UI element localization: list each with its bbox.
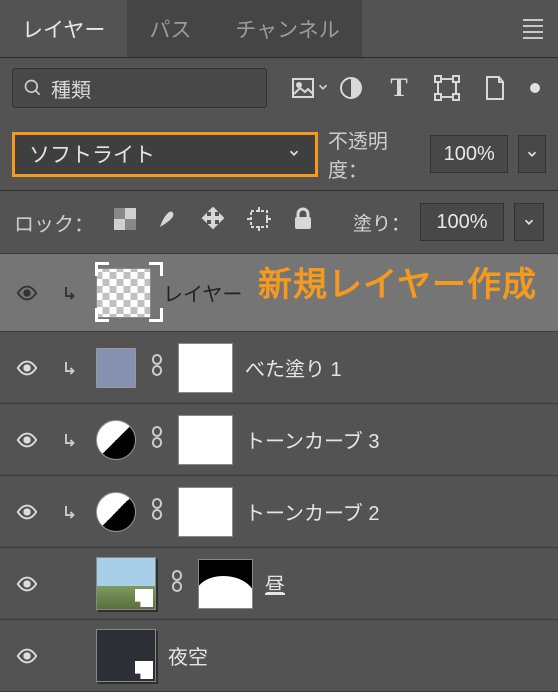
layer-name[interactable]: レイヤー: [163, 278, 242, 307]
tab-layers[interactable]: レイヤー: [0, 0, 127, 57]
lock-row: ロック： 塗り： 100%: [0, 190, 558, 254]
layer-name[interactable]: 昼: [265, 569, 285, 598]
mask-thumbnail[interactable]: [178, 343, 233, 393]
annotation-text: 新規レイヤー作成: [258, 257, 537, 306]
clip-indicator-icon: [54, 431, 84, 449]
panel-tabs: レイヤー パス チャンネル: [0, 0, 558, 58]
layer-row[interactable]: 夜空: [0, 620, 558, 692]
tab-paths[interactable]: パス: [127, 0, 213, 57]
fill-input[interactable]: 100%: [420, 203, 504, 241]
layer-name[interactable]: べた塗り 1: [245, 353, 342, 382]
filter-toggle-icon[interactable]: [530, 83, 540, 93]
layer-row[interactable]: トーンカーブ 2: [0, 476, 558, 548]
search-icon: [23, 78, 43, 98]
lock-artboard-icon[interactable]: [246, 206, 272, 238]
fill-label: 塗り：: [353, 209, 410, 236]
layer-thumbnail[interactable]: [96, 557, 156, 610]
layer-row[interactable]: トーンカーブ 3: [0, 404, 558, 476]
hamburger-icon: [523, 19, 543, 39]
mask-thumbnail[interactable]: [198, 559, 253, 609]
opacity-chevron[interactable]: [518, 135, 546, 173]
clip-indicator-icon: [54, 359, 84, 377]
layer-name[interactable]: トーンカーブ 3: [245, 425, 379, 454]
layer-filter-type[interactable]: [12, 68, 267, 108]
visibility-toggle[interactable]: [12, 645, 42, 667]
visibility-toggle[interactable]: [12, 429, 42, 451]
layer-row[interactable]: 昼: [0, 548, 558, 620]
blend-mode-value: ソフトライト: [29, 139, 155, 169]
layer-thumbnail[interactable]: [96, 268, 151, 318]
lock-label: ロック：: [14, 208, 94, 237]
lock-position-icon[interactable]: [200, 206, 226, 238]
layer-thumbnail[interactable]: [96, 420, 136, 460]
link-icon[interactable]: [148, 353, 166, 382]
filter-smartobject-icon[interactable]: [482, 75, 508, 101]
filter-adjustment-icon[interactable]: [338, 75, 364, 101]
link-icon[interactable]: [148, 425, 166, 454]
layer-row[interactable]: レイヤー 新規レイヤー作成: [0, 254, 558, 332]
filter-type-icons: T: [290, 75, 546, 101]
visibility-toggle[interactable]: [12, 282, 42, 304]
filter-input[interactable]: [43, 77, 316, 100]
blend-mode-select[interactable]: ソフトライト: [12, 132, 318, 177]
tab-channels[interactable]: チャンネル: [213, 0, 361, 57]
link-icon[interactable]: [148, 497, 166, 526]
layer-row[interactable]: べた塗り 1: [0, 332, 558, 404]
visibility-toggle[interactable]: [12, 501, 42, 523]
opacity-label: 不透明度：: [328, 125, 420, 183]
filter-type-icon[interactable]: T: [386, 75, 412, 101]
layer-name[interactable]: 夜空: [168, 641, 208, 670]
clip-indicator-icon: [54, 503, 84, 521]
panel-menu-button[interactable]: [508, 0, 558, 57]
filter-row: T: [0, 58, 558, 118]
link-icon[interactable]: [168, 569, 186, 598]
layer-thumbnail[interactable]: [96, 348, 136, 388]
lock-transparency-icon[interactable]: [114, 208, 136, 236]
layer-thumbnail[interactable]: [96, 492, 136, 532]
mask-thumbnail[interactable]: [178, 487, 233, 537]
chevron-down-icon: [287, 146, 301, 163]
layer-name[interactable]: トーンカーブ 2: [245, 497, 379, 526]
lock-all-icon[interactable]: [292, 207, 314, 237]
clip-indicator-icon: [54, 284, 84, 302]
filter-pixel-icon[interactable]: [290, 75, 316, 101]
layers-panel: { "tabs": { "layers": "レイヤー", "paths": "…: [0, 0, 558, 670]
layer-thumbnail[interactable]: [96, 629, 156, 682]
visibility-toggle[interactable]: [12, 357, 42, 379]
layer-list: レイヤー 新規レイヤー作成 べた塗り 1 トーンカーブ 3 トーンカーブ 2 昼: [0, 254, 558, 692]
filter-shape-icon[interactable]: [434, 75, 460, 101]
visibility-toggle[interactable]: [12, 573, 42, 595]
mask-thumbnail[interactable]: [178, 415, 233, 465]
blend-row: ソフトライト 不透明度： 100%: [0, 118, 558, 190]
opacity-input[interactable]: 100%: [430, 135, 508, 173]
lock-pixels-icon[interactable]: [156, 207, 180, 237]
fill-chevron[interactable]: [514, 203, 544, 241]
